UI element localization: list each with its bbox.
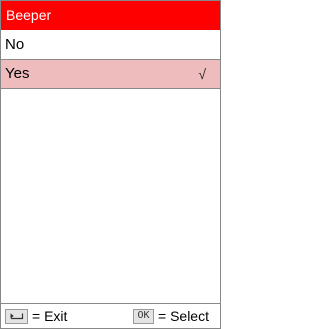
option-label: No <box>5 36 25 53</box>
exit-hint[interactable]: = Exit <box>5 304 67 328</box>
option-label: Yes <box>5 65 30 82</box>
select-label: = Select <box>158 308 209 324</box>
beeper-screen: Beeper No Yes √ = Exit OK = Select <box>0 0 221 329</box>
option-no[interactable]: No <box>1 31 220 60</box>
exit-label: = Exit <box>32 308 68 324</box>
footer-bar: = Exit OK = Select <box>1 303 220 328</box>
checkmark-icon: √ <box>198 66 206 82</box>
select-hint[interactable]: OK = Select <box>133 304 209 328</box>
option-list: No Yes √ <box>1 31 220 89</box>
ok-key-icon: OK <box>133 308 154 324</box>
back-arrow-icon <box>5 308 28 324</box>
page-title: Beeper <box>1 1 220 31</box>
option-yes[interactable]: Yes √ <box>1 60 220 89</box>
